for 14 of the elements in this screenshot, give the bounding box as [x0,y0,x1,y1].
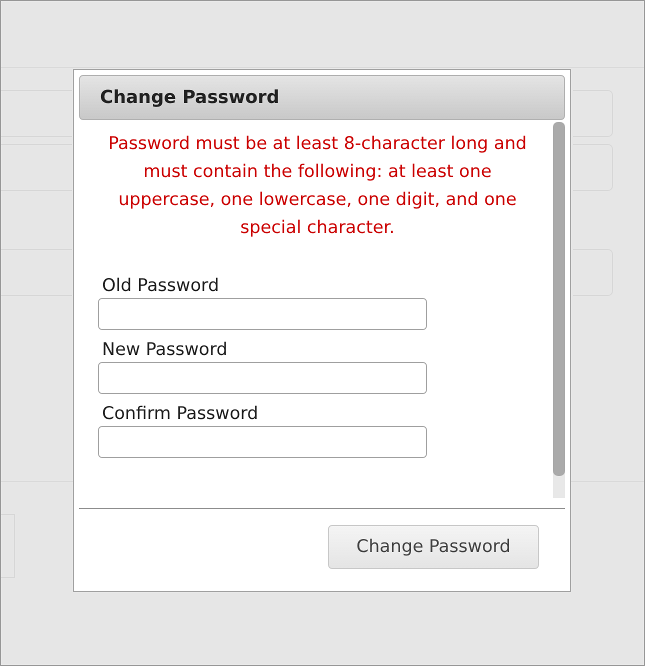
change-password-button[interactable]: Change Password [328,525,539,569]
field-label: Old Password [101,276,220,296]
dimmed-field [1,249,72,296]
dimmed-field [1,144,72,191]
password-field[interactable] [98,426,427,458]
dialog-title: Change Password [79,75,565,120]
password-field[interactable] [98,362,427,394]
password-field[interactable] [98,298,427,330]
field-label: New Password [101,340,228,360]
password-requirements-text: Password must be at least 8-character long and must contain the following: at least one uppercase, one lowercase, one digit, and one special character. [107,133,528,240]
field-label: Confirm Password [101,404,260,424]
scrollbar[interactable] [553,122,565,498]
dimmed-field [1,90,72,137]
dimmed-field [1,514,15,578]
